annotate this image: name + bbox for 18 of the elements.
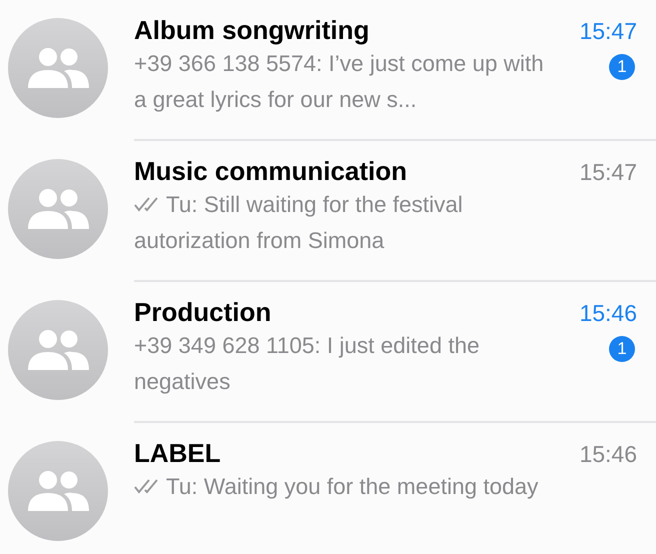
group-icon	[26, 189, 90, 229]
message-time: 15:47	[579, 17, 637, 46]
chat-title: LABEL	[134, 437, 222, 469]
message-time: 15:47	[579, 158, 637, 187]
message-preview: Tu: Waiting you for the meeting today	[134, 469, 554, 505]
chat-title: Music communication	[134, 155, 408, 187]
group-icon	[26, 471, 90, 511]
message-time: 15:46	[579, 440, 637, 469]
unread-count-badge: 1	[609, 336, 635, 362]
unread-count-badge: 1	[609, 54, 635, 80]
group-icon	[26, 330, 90, 370]
message-time: 15:46	[579, 299, 637, 328]
chat-title: Production	[134, 296, 272, 328]
chat-title: Album songwriting	[134, 14, 370, 46]
message-preview: +39 366 138 5574: I’ve just come up with a great lyrics for our new s...	[134, 50, 545, 114]
message-preview: +39 349 628 1105: I just edited the negatives	[134, 332, 480, 396]
message-preview: Tu: Still waiting for the festival autorization from Simona	[134, 191, 464, 255]
group-icon	[26, 48, 90, 88]
